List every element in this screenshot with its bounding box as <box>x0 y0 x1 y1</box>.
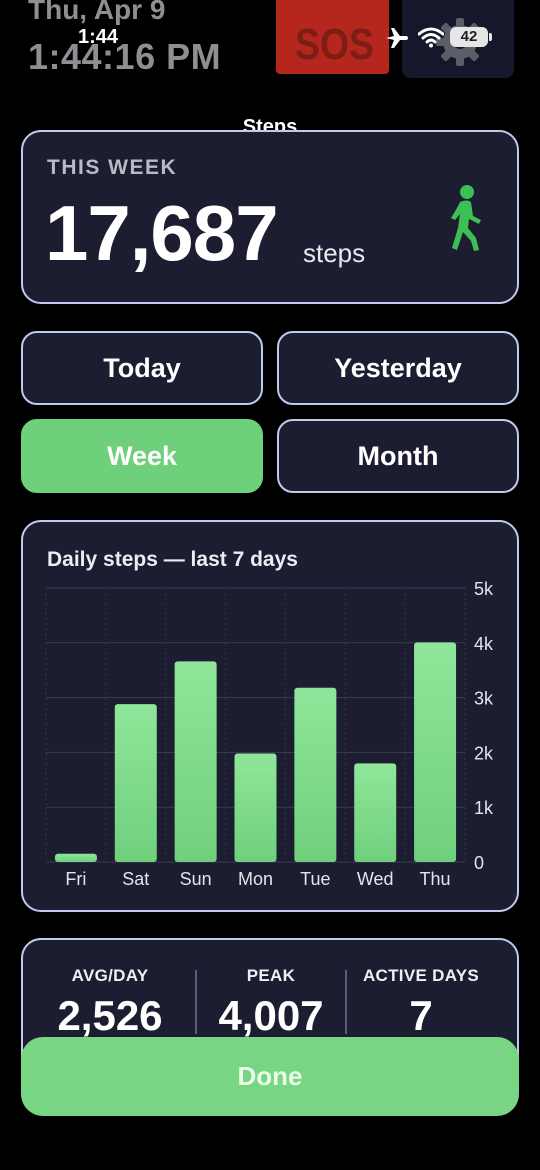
chart-xtick-label: Mon <box>238 869 273 889</box>
range-week-button[interactable]: Week <box>21 419 263 493</box>
done-button[interactable]: Done <box>21 1037 519 1116</box>
status-clock: 1:44:16 PM <box>28 36 222 77</box>
stat-peak: PEAK 4,007 <box>196 940 346 1040</box>
stat-active-value: 7 <box>409 992 433 1039</box>
chart-xtick-label: Wed <box>357 869 394 889</box>
sos-label: SOS <box>295 20 374 69</box>
stat-active-days: ACTIVE DAYS 7 <box>346 940 496 1040</box>
chart-bar <box>414 642 457 862</box>
stat-avg-day: AVG/DAY 2,526 <box>35 940 185 1040</box>
daily-steps-chart: 0 1k 2k 3k 4k 5k Fri Sat Sun Mon Tue Wed Thu <box>45 579 494 889</box>
chart-bar <box>354 763 397 862</box>
chart-xtick-label: Sun <box>180 869 212 889</box>
chart-xtick-label: Fri <box>65 869 86 889</box>
summary-unit: steps <box>303 238 366 268</box>
chart-bar <box>234 753 277 862</box>
range-month-button[interactable]: Month <box>277 419 519 493</box>
chart-bar <box>294 687 337 862</box>
status-date: Thu, Apr 9 <box>28 0 166 25</box>
stat-peak-label: PEAK <box>246 966 296 985</box>
chart-ytick-label: 0 <box>474 853 484 873</box>
battery-nub <box>489 33 492 41</box>
range-yesterday-button[interactable]: Yesterday <box>277 331 519 405</box>
chart-bar <box>54 853 97 862</box>
walking-figure-icon <box>451 185 481 251</box>
airplane-mode-icon <box>386 28 408 48</box>
daily-steps-chart-card: Daily steps — last 7 days 0 1k 2k 3k 4k 5k Fri… <box>21 520 519 912</box>
chart-ytick-label: 2k <box>474 743 494 763</box>
chart-xtick-label: Sat <box>122 869 149 889</box>
stat-peak-value: 4,007 <box>218 992 324 1039</box>
summary-steps-value: 17,687 <box>45 189 279 277</box>
range-today-button[interactable]: Today <box>21 331 263 405</box>
chart-ytick-label: 3k <box>474 689 494 709</box>
chart-ytick-label: 5k <box>474 579 494 599</box>
stat-active-label: ACTIVE DAYS <box>362 966 480 985</box>
weekly-summary-card: THIS WEEK 17,687 steps <box>21 130 519 304</box>
status-time: 1:44 <box>78 26 119 48</box>
battery-indicator: 42 <box>450 27 488 47</box>
chart-ytick-label: 4k <box>474 634 494 654</box>
chart-ytick-label: 1k <box>474 798 494 818</box>
chart-xtick-label: Thu <box>420 869 451 889</box>
summary-label: THIS WEEK <box>47 156 178 179</box>
chart-bar <box>174 661 217 862</box>
chart-bar <box>114 704 157 862</box>
wifi-icon <box>418 27 444 48</box>
stat-avg-label: AVG/DAY <box>71 966 149 985</box>
chart-xtick-label: Tue <box>300 869 330 889</box>
stat-avg-value: 2,526 <box>57 992 163 1039</box>
